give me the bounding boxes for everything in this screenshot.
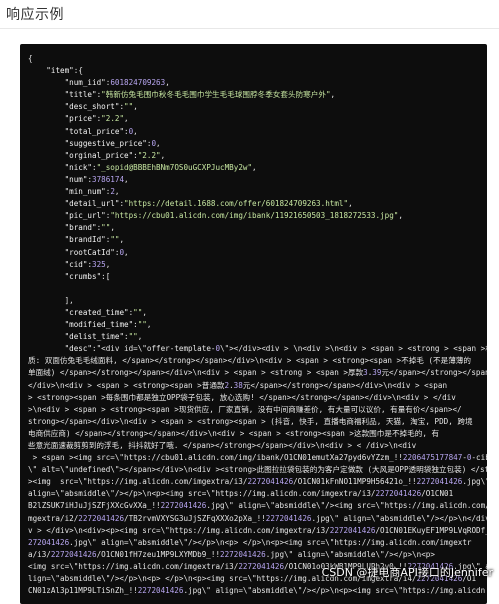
code-line: "cid":325,	[64, 259, 111, 269]
code-block[interactable]: { "item":{ "num_iid":601824709263, "titl…	[20, 44, 487, 604]
code-line: > <span ><img src=\"https://cbu01.alicdn…	[28, 453, 487, 463]
code-line: "item":{	[46, 66, 83, 76]
code-line: "num":3786174,	[64, 174, 129, 184]
code-line: "pic_url":"https://cbu01.alicdn.com/img/…	[64, 211, 403, 221]
code-line: "min_num":2,	[64, 187, 120, 197]
code-lines: { "item":{ "num_iid":601824709263, "titl…	[28, 53, 487, 597]
watermark-text: CSDN @捷电商API接口的Jennifer	[321, 566, 493, 579]
code-line: 电商供应商) </span></strong></span></div>\n<d…	[28, 428, 440, 438]
code-line: 272041426.jpg\" align=\"absmiddle\"/></p…	[28, 537, 472, 547]
code-line: ],	[28, 295, 74, 305]
code-line: > <strong><span >每条围巾都是独立OPP袋子包装, 放心选购! …	[28, 392, 456, 402]
code-line: "desc_short":"",	[64, 102, 138, 112]
code-line: </div>\n<div > <span > <strong><span >普通…	[28, 380, 448, 390]
code-line: mgextra/i2/2272041426/TB2rvmVXYSG3uJjSZF…	[28, 513, 487, 523]
code-line: "title":"韩新仿兔毛围巾秋冬毛毛围巾学生毛毛球围脖冬季女套头防寒户外",	[64, 90, 336, 100]
code-line: "modified_time":"",	[64, 320, 152, 330]
section-heading: 响应示例	[6, 7, 64, 23]
code-line: "delist_time":"",	[64, 332, 143, 342]
code-line: "num_iid":601824709263,	[64, 78, 170, 88]
code-line: a/i3/2272041426/O1CN01fH7zeu1MP9LXYMDb9_…	[28, 549, 435, 559]
code-line: "created_time":"",	[64, 307, 147, 317]
code-line: "detail_url":"https://detail.1688.com/of…	[64, 199, 353, 209]
code-line: "desc":"<div id=\"offer-template-0\"></d…	[64, 344, 487, 354]
code-line: "suggestive_price":0,	[64, 138, 161, 148]
code-line: "price":"2.2",	[64, 114, 129, 124]
code-line: v > </div>\n<div><p><img src=\"https://i…	[28, 525, 487, 535]
code-line: 些意光面速裁剪剪到的浮毛, 抖抖就好了哦. </span></strong></…	[28, 441, 417, 450]
code-line: 单面绒) </span></strong></span></div>\n<div…	[28, 368, 487, 378]
code-line: "nick":"_sopid@BBBEhBNm7OS0uGCXPJucMBy2w…	[64, 162, 257, 172]
heading-divider	[0, 28, 499, 29]
code-line: strong></span></div>\n<div > <span > <st…	[28, 416, 473, 426]
code-line: 质: 双面仿兔毛毛绒面料, </span></strong></span></d…	[28, 356, 471, 366]
code-line: "orginal_price":"2.2",	[64, 150, 166, 160]
code-line: {	[28, 54, 33, 63]
code-line: \" alt=\"undefined\"></span></div>\n<div…	[28, 465, 487, 475]
code-line: B2lZSUK7iHJuJjSZFjXXcGvXXa_!!2272041426.…	[28, 501, 487, 511]
code-line: "total_price":0,	[64, 126, 138, 136]
code-line: CN01zAl3p11MP9LTiSnZh_!!2272041426.jpg\"…	[28, 586, 487, 596]
code-line: ><img src=\"https://img.alicdn.com/imgex…	[28, 477, 487, 487]
code-line: "crumbs":[	[64, 271, 111, 281]
code-line: >\n<div > <span > <strong><span >现货供应, 厂…	[28, 404, 462, 414]
code-line: "brandId":"",	[64, 235, 125, 245]
code-line: "rootCatId":0,	[64, 247, 129, 257]
code-line: align=\"absmiddle\"/></p>\n<p><img src=\…	[28, 489, 454, 499]
code-line: "brand":"",	[64, 223, 115, 233]
